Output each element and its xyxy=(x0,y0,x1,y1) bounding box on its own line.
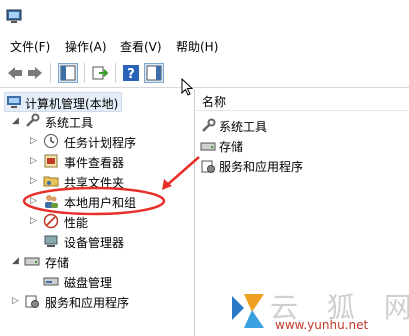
tree-item-label: 磁盘管理 xyxy=(64,276,113,290)
expand-arrow-icon[interactable]: ▷ xyxy=(30,216,38,226)
watermark-logo-icon xyxy=(232,294,264,328)
show-action-pane-icon[interactable] xyxy=(144,63,164,83)
computer-management-icon xyxy=(7,96,21,108)
console-tree: 计算机管理(本地) ◢ 系统工具 ▷ 任务计划程序 ▷ 事件查看器 ▷ 共享文件… xyxy=(0,89,195,336)
tree-item-label: 共享文件夹 xyxy=(64,176,125,190)
collapse-arrow-icon[interactable]: ◢ xyxy=(12,116,20,126)
mouse-cursor-icon xyxy=(181,78,193,96)
tree-item-computer-management[interactable]: 计算机管理(本地) xyxy=(4,92,122,112)
list-item-label: 服务和应用程序 xyxy=(219,160,304,174)
tools-icon xyxy=(202,118,216,132)
column-header-name[interactable]: 名称 xyxy=(196,89,409,111)
tree-item-task-scheduler[interactable]: ▷ 任务计划程序 xyxy=(30,132,160,152)
tree-item-shared-folders[interactable]: ▷ 共享文件夹 xyxy=(30,172,160,192)
tree-item-event-viewer[interactable]: ▷ 事件查看器 xyxy=(30,152,160,172)
menu-bar: 文件(F) 操作(A) 查看(V) 帮助(H) xyxy=(0,34,409,58)
services-icon xyxy=(201,160,215,173)
watermark: 云 狐 网 www.yunhu.net xyxy=(230,286,409,336)
svg-text:?: ? xyxy=(127,67,135,82)
expand-arrow-icon[interactable]: ▷ xyxy=(12,296,20,306)
toolbar-separator xyxy=(50,63,51,83)
tools-icon xyxy=(26,113,40,127)
tree-item-label: 存储 xyxy=(45,256,70,270)
toolbar: ? xyxy=(0,58,409,88)
watermark-url: www.yunhu.net xyxy=(275,318,369,332)
menu-file[interactable]: 文件(F) xyxy=(10,38,50,55)
storage-icon xyxy=(200,142,216,151)
show-console-tree-icon[interactable] xyxy=(58,63,78,83)
tree-item-label: 系统工具 xyxy=(45,116,94,130)
tree-item-storage[interactable]: ◢ 存储 xyxy=(12,252,112,272)
export-list-icon[interactable] xyxy=(91,64,109,82)
users-icon xyxy=(45,195,58,208)
tree-item-device-manager[interactable]: 设备管理器 xyxy=(30,232,160,252)
tree-item-label: 服务和应用程序 xyxy=(45,296,130,310)
expand-arrow-icon[interactable]: ▷ xyxy=(30,136,38,146)
services-icon xyxy=(25,295,39,308)
help-icon[interactable]: ? xyxy=(122,64,140,82)
toolbar-separator xyxy=(115,63,116,83)
menu-action[interactable]: 操作(A) xyxy=(65,38,107,55)
tree-item-disk-management[interactable]: 磁盘管理 xyxy=(30,272,160,292)
list-item-label: 存储 xyxy=(219,140,244,154)
tree-item-label: 设备管理器 xyxy=(64,236,125,250)
tree-item-label: 事件查看器 xyxy=(64,156,125,170)
storage-icon xyxy=(24,257,40,266)
event-viewer-icon xyxy=(44,154,58,168)
tree-item-performance[interactable]: ▷ 性能 xyxy=(30,212,160,232)
performance-icon xyxy=(43,213,59,229)
column-header-label: 名称 xyxy=(202,95,227,109)
disk-icon xyxy=(43,277,59,286)
tree-item-label: 本地用户和组 xyxy=(64,196,137,210)
menu-view[interactable]: 查看(V) xyxy=(120,38,162,55)
tree-item-label: 计算机管理(本地) xyxy=(25,97,119,111)
computer-management-icon xyxy=(6,9,22,23)
tree-item-services-apps[interactable]: ▷ 服务和应用程序 xyxy=(12,292,162,312)
expand-arrow-icon[interactable]: ▷ xyxy=(30,176,38,186)
expand-arrow-icon[interactable]: ▷ xyxy=(30,196,38,206)
tree-item-system-tools[interactable]: ◢ 系统工具 xyxy=(12,112,112,132)
tree-item-label: 任务计划程序 xyxy=(64,136,137,150)
list-item-label: 系统工具 xyxy=(219,120,268,134)
tree-item-local-users-groups[interactable]: ▷ 本地用户和组 xyxy=(30,192,160,212)
clock-icon xyxy=(44,134,58,148)
back-icon[interactable] xyxy=(6,64,24,82)
device-manager-icon xyxy=(44,235,58,247)
toolbar-separator xyxy=(84,63,85,83)
expand-arrow-icon[interactable]: ▷ xyxy=(30,156,38,166)
tree-item-label: 性能 xyxy=(64,216,89,230)
shared-folder-icon xyxy=(43,176,59,187)
menu-help[interactable]: 帮助(H) xyxy=(176,38,218,55)
forward-icon[interactable] xyxy=(26,64,44,82)
collapse-arrow-icon[interactable]: ◢ xyxy=(12,256,20,266)
title-bar xyxy=(0,0,409,34)
